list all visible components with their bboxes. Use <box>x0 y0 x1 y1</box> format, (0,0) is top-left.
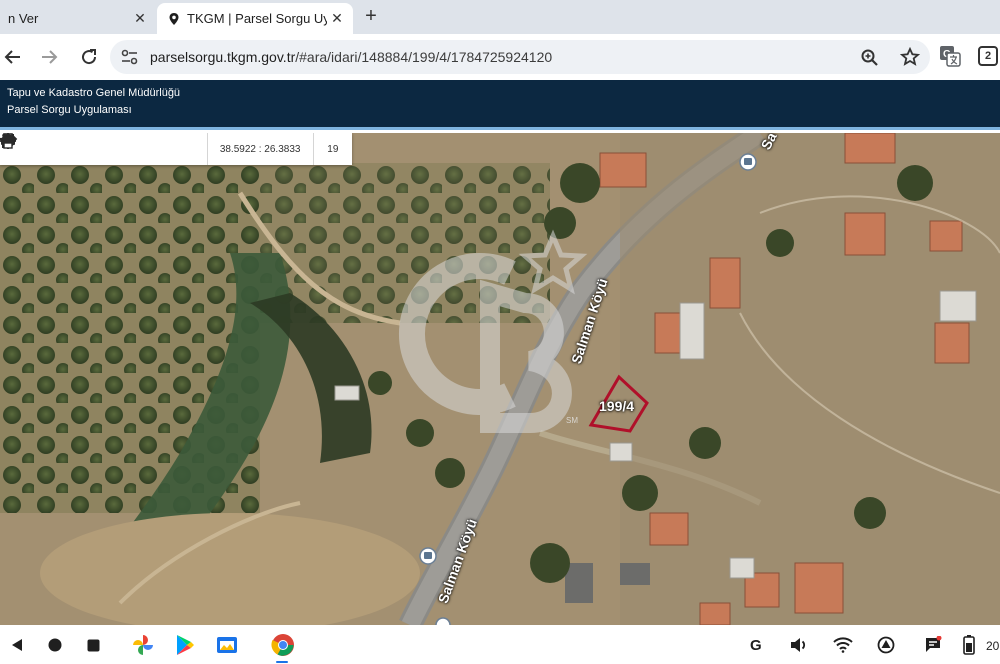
translate-icon[interactable]: G <box>938 44 962 68</box>
back-arrow-icon[interactable] <box>0 44 26 70</box>
photos-app-icon[interactable] <box>130 632 156 658</box>
url-text: parselsorgu.tkgm.gov.tr/#ara/idari/14888… <box>150 49 552 65</box>
locate-icon[interactable] <box>0 133 74 165</box>
system-shelf: G 20 <box>0 625 1000 664</box>
google-assistant-icon[interactable]: G <box>744 632 770 658</box>
url-path: /#ara/idari/148884/199/4/1784725924120 <box>295 49 553 65</box>
overview-square-icon[interactable] <box>80 632 106 658</box>
tab-title: TKGM | Parsel Sorgu Uygulaması <box>187 11 327 26</box>
star-icon[interactable] <box>1 133 135 165</box>
info-icon[interactable] <box>2 133 105 165</box>
home-circle-icon[interactable] <box>42 632 68 658</box>
active-app-indicator <box>276 661 288 663</box>
back-triangle-icon[interactable] <box>4 632 30 658</box>
address-bar[interactable]: parselsorgu.tkgm.gov.tr/#ara/idari/14888… <box>110 40 930 74</box>
tab-title: n Ver <box>8 11 39 26</box>
measure-icon[interactable] <box>0 133 166 165</box>
close-icon[interactable]: ✕ <box>327 9 347 29</box>
accessibility-icon[interactable] <box>873 632 899 658</box>
files-app-icon[interactable] <box>214 632 240 658</box>
print-icon[interactable] <box>1 133 196 165</box>
tab-strip: n Ver ✕ TKGM | Parsel Sorgu Uygulaması ✕… <box>0 0 1000 34</box>
battery-icon[interactable] <box>956 632 982 658</box>
tab-tkgm[interactable]: TKGM | Parsel Sorgu Uygulaması ✕ <box>157 3 353 34</box>
browser-toolbar: parselsorgu.tkgm.gov.tr/#ara/idari/14888… <box>0 34 1000 80</box>
site-header: Tapu ve Kadastro Genel Müdürlüğü Parsel … <box>0 80 1000 130</box>
zoom-icon[interactable] <box>860 48 880 68</box>
chrome-app-icon[interactable] <box>270 632 296 658</box>
map-toolbar: 38.5922 : 26.3833 19 <box>0 133 352 165</box>
notification-icon[interactable] <box>920 632 946 658</box>
wifi-icon[interactable] <box>830 632 856 658</box>
site-settings-icon[interactable] <box>120 48 140 66</box>
satellite-map[interactable]: Salman Köyü Salman Köyü Sa 199/4 SM 38.5… <box>0 133 1000 625</box>
parcel-label[interactable]: 199/4 <box>599 398 634 414</box>
satellite-imagery <box>0 133 1000 625</box>
bookmark-star-icon[interactable] <box>899 46 921 67</box>
close-icon[interactable]: ✕ <box>130 9 150 29</box>
play-store-icon[interactable] <box>172 632 198 658</box>
zoom-level: 19 <box>312 133 352 165</box>
watermark-sm: SM <box>566 416 578 425</box>
coordinate-readout: 38.5922 : 26.3833 <box>206 133 313 165</box>
url-host: parselsorgu.tkgm.gov.tr <box>150 49 296 65</box>
location-pin-icon <box>167 12 181 26</box>
clock-text[interactable]: 20 <box>986 639 999 653</box>
new-tab-plus-icon[interactable]: + <box>360 6 382 28</box>
refresh-icon[interactable] <box>1 133 44 165</box>
app-name: Parsel Sorgu Uygulaması <box>7 104 132 116</box>
svg-text:G: G <box>750 637 762 653</box>
tab-previous[interactable]: n Ver ✕ <box>0 3 156 34</box>
volume-icon[interactable] <box>786 632 812 658</box>
forward-arrow-icon[interactable] <box>36 44 62 70</box>
tab-count-button[interactable]: 2 <box>978 46 998 66</box>
reload-icon[interactable] <box>76 44 102 70</box>
organization-name: Tapu ve Kadastro Genel Müdürlüğü <box>7 87 181 99</box>
